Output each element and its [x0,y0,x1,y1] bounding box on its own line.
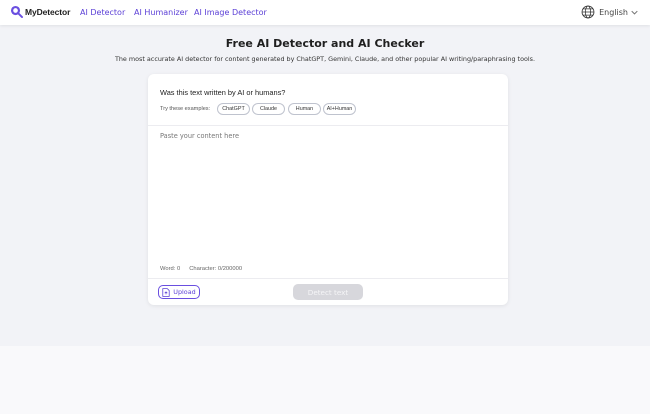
word-count: Word: 0 [160,266,181,272]
globe-icon [581,5,595,19]
document-upload-icon [162,287,170,297]
top-navigation-bar: MyDetector AI Detector AI Humanizer AI I… [0,0,650,25]
text-counts: Word: 0 Character: 0/200000 [160,266,242,272]
logo[interactable]: MyDetector [10,5,70,18]
page-title: Free AI Detector and AI Checker [225,37,425,50]
chevron-down-icon [631,10,638,15]
example-chip-chatgpt[interactable]: ChatGPT [217,103,250,115]
example-chip-claude[interactable]: Claude [252,103,285,115]
card-divider [148,125,508,126]
detect-text-button[interactable]: Detect text [293,284,363,300]
example-chip-ai-human[interactable]: AI+Human [323,103,356,115]
upload-button[interactable]: Upload [158,285,200,299]
character-count: Character: 0/200000 [189,266,243,272]
nav-ai-image-detector[interactable]: AI Image Detector [194,8,267,17]
logo-text: MyDetector [25,6,71,17]
magnifier-logo-icon [10,5,23,18]
card-question: Was this text written by AI or humans? [160,88,286,97]
page-subtitle: The most accurate AI detector for conten… [114,55,536,63]
nav-ai-detector[interactable]: AI Detector [80,8,125,17]
language-label: English [599,7,628,17]
content-textarea[interactable] [160,132,496,262]
nav-ai-humanizer[interactable]: AI Humanizer [134,8,188,17]
upload-label: Upload [173,288,196,296]
example-chip-human[interactable]: Human [288,103,321,115]
detector-card: Was this text written by AI or humans? T… [148,74,508,305]
language-selector[interactable]: English [581,5,638,19]
examples-label: Try these examples: [160,106,211,112]
card-footer-divider [148,278,508,279]
